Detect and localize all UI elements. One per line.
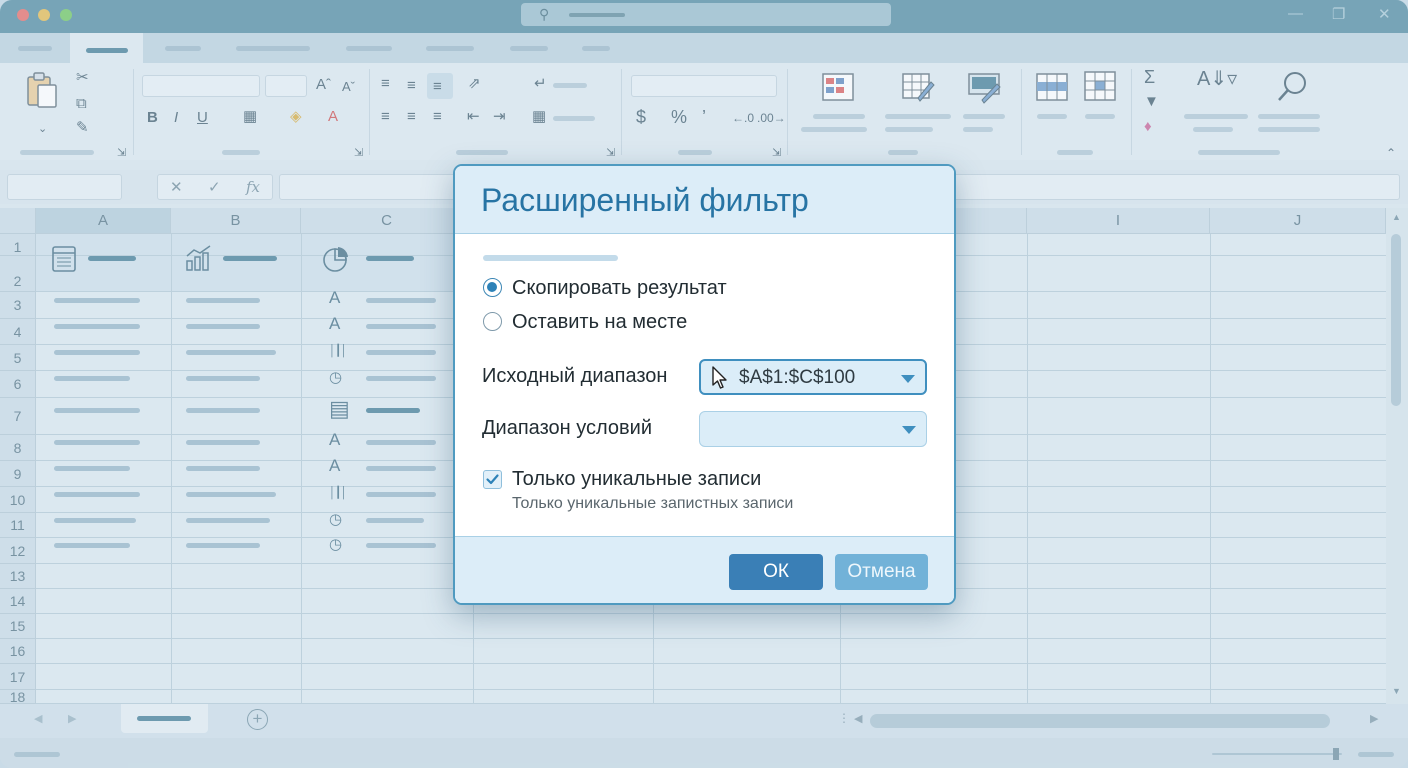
checkmark-icon (486, 474, 499, 485)
copy-result-label[interactable]: Скопировать результат (512, 277, 727, 300)
dialog-header: Расширенный фильтр (455, 166, 954, 234)
dialog-footer: ОК Отмена (455, 536, 954, 603)
source-range-label: Исходный диапазон (482, 365, 668, 387)
cancel-button[interactable]: Отмена (835, 554, 928, 590)
filter-in-place-label[interactable]: Оставить на месте (512, 311, 687, 334)
unique-records-checkbox[interactable] (483, 470, 502, 489)
spreadsheet-window: ⚲ — ❐ ✕ ⌄ ✂ ⧉ ✎ ⇲ Aˆ Aˇ B I U ▦ ◈ A ⇲ ≡ … (0, 0, 1408, 768)
ok-button[interactable]: ОК (729, 554, 823, 590)
source-range-combo[interactable]: $A$1:$C$100 (699, 359, 927, 395)
unique-records-label[interactable]: Только уникальные записи (512, 468, 761, 491)
advanced-filter-dialog: Расширенный фильтр Скопировать результат… (453, 164, 956, 605)
filter-in-place-radio[interactable] (483, 312, 502, 331)
copy-result-radio[interactable] (483, 278, 502, 297)
source-range-dropdown-icon[interactable] (901, 375, 915, 383)
criteria-range-dropdown-icon[interactable] (902, 426, 916, 434)
criteria-range-label: Диапазон условий (482, 417, 652, 439)
source-range-value: $A$1:$C$100 (739, 367, 856, 388)
action-section-label (483, 255, 618, 261)
criteria-range-combo[interactable] (699, 411, 927, 447)
dialog-title: Расширенный фильтр (481, 182, 809, 218)
mouse-cursor-icon (712, 366, 727, 389)
unique-records-sublabel: Только уникальные запистных записи (512, 495, 794, 512)
